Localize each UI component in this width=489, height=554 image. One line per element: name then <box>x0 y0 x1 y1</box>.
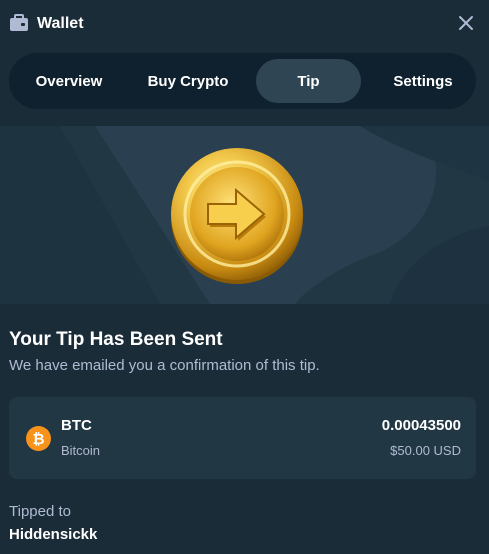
tip-summary-card: ₿ BTC Bitcoin 0.00043500 $50.00 USD <box>9 397 476 479</box>
recipient-username: Hiddensickk <box>9 526 98 543</box>
svg-text:₿: ₿ <box>32 431 44 448</box>
close-icon[interactable] <box>457 14 475 32</box>
currency-ticker: BTC <box>61 417 92 434</box>
tab-overview[interactable]: Overview <box>17 59 121 103</box>
confirmation-message: We have emailed you a confirmation of th… <box>9 357 320 374</box>
wallet-header: Wallet <box>0 0 489 48</box>
wallet-title: Wallet <box>37 15 84 32</box>
tab-tip[interactable]: Tip <box>256 59 361 103</box>
gold-coin-arrow-icon <box>171 148 303 284</box>
wallet-tabs: Overview Buy Crypto Tip Settings <box>9 53 476 109</box>
tip-amount: 0.00043500 <box>381 417 461 434</box>
bitcoin-icon: ₿ <box>26 426 51 451</box>
currency-name: Bitcoin <box>61 443 101 458</box>
tipped-to-label: Tipped to <box>9 503 71 520</box>
wallet-icon <box>10 14 28 31</box>
tab-settings[interactable]: Settings <box>375 59 471 103</box>
tab-buy-crypto[interactable]: Buy Crypto <box>134 59 242 103</box>
tip-usd-value: $50.00 USD <box>390 443 461 458</box>
confirmation-heading: Your Tip Has Been Sent <box>9 329 223 350</box>
